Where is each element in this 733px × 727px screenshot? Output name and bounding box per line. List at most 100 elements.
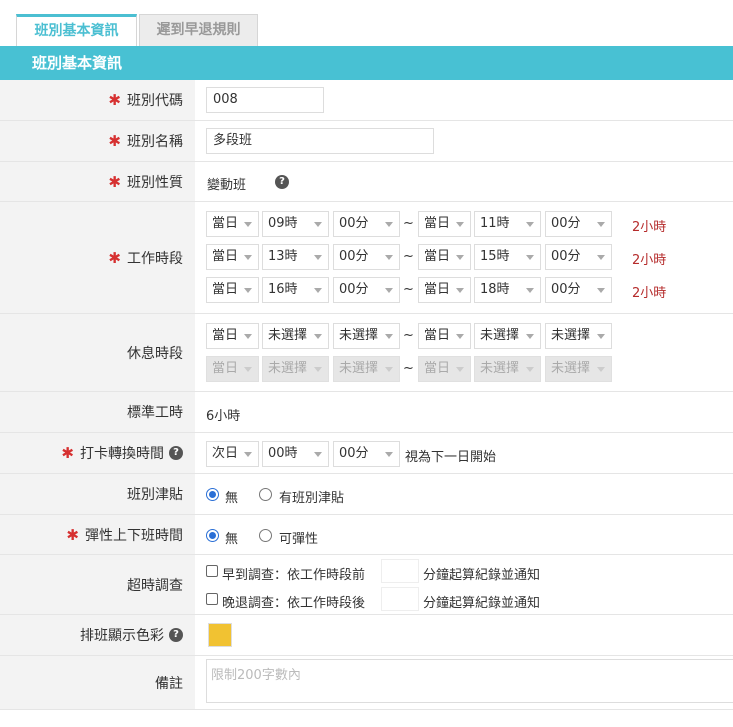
work-start-day-select[interactable]: 當日 — [206, 244, 259, 270]
flex-label: 彈性上下班時間 — [85, 527, 183, 544]
rest-start-hour-select[interactable]: 未選擇 — [262, 323, 329, 349]
late-check-suffix: 分鐘起算紀錄並通知 — [423, 596, 541, 611]
name-input[interactable]: 多段班 — [206, 128, 434, 154]
early-check-suffix: 分鐘起算紀錄並通知 — [423, 568, 541, 583]
rest-end-hour-select[interactable]: 未選擇 — [474, 323, 541, 349]
std-hours-value: 6小時 — [206, 409, 241, 424]
work-duration: 2小時 — [632, 286, 667, 301]
rest-start-day-select: 當日 — [206, 356, 259, 382]
work-end-minute-select[interactable]: 00分 — [545, 244, 612, 270]
tab-basic-info[interactable]: 班別基本資訊 — [16, 14, 137, 46]
help-icon[interactable]: ? — [169, 628, 183, 642]
allowance-yes-radio[interactable] — [259, 488, 272, 501]
tab-bar: 班別基本資訊 遲到早退規則 — [0, 0, 733, 46]
work-end-minute-select[interactable]: 00分 — [545, 211, 612, 237]
rest-end-day-select[interactable]: 當日 — [418, 323, 471, 349]
required-icon: ✱ — [108, 91, 121, 109]
rest-start-day-select[interactable]: 當日 — [206, 323, 259, 349]
punch-suffix: 視為下一日開始 — [405, 450, 497, 465]
color-swatch[interactable] — [208, 623, 232, 647]
flex-none-radio[interactable] — [206, 529, 219, 542]
required-icon: ✱ — [61, 444, 74, 462]
row-standard-hours: 標準工時 6小時 — [0, 392, 733, 433]
punch-day-select[interactable]: 次日 — [206, 441, 259, 467]
required-icon: ✱ — [108, 248, 121, 267]
early-check-label: 早到調查：依工作時段前 — [222, 568, 366, 583]
row-rest-periods: 休息時段 當日 未選擇 未選擇 ~ 當日 未選擇 未選擇 當日 未選擇 未選擇 … — [0, 314, 733, 392]
punch-hour-select[interactable]: 00時 — [262, 441, 329, 467]
work-end-day-select[interactable]: 當日 — [418, 244, 471, 270]
required-icon: ✱ — [108, 132, 121, 150]
overtime-label: 超時調查 — [127, 577, 183, 594]
nature-label: 班別性質 — [127, 174, 183, 191]
tilde: ~ — [403, 282, 414, 297]
work-end-hour-select[interactable]: 18時 — [474, 277, 541, 303]
row-allowance: 班別津貼 無 有班別津貼 — [0, 474, 733, 515]
shift-form: ✱ 班別代碼 008 ✱ 班別名稱 多段班 ✱ 班別性質 變動班 ? ✱ 工作時段 當日… — [0, 80, 733, 710]
row-remark: 備註 限制200字數內 — [0, 656, 733, 710]
work-start-day-select[interactable]: 當日 — [206, 211, 259, 237]
work-start-hour-select[interactable]: 16時 — [262, 277, 329, 303]
punch-minute-select[interactable]: 00分 — [333, 441, 400, 467]
help-icon[interactable]: ? — [275, 175, 289, 189]
work-duration: 2小時 — [632, 253, 667, 268]
rest-label: 休息時段 — [127, 345, 183, 362]
section-title: 班別基本資訊 — [0, 46, 733, 80]
rest-end-day-select: 當日 — [418, 356, 471, 382]
rest-end-hour-select: 未選擇 — [474, 356, 541, 382]
rest-end-minute-select[interactable]: 未選擇 — [545, 323, 612, 349]
row-color: 排班顯示色彩? — [0, 615, 733, 656]
work-end-hour-select[interactable]: 11時 — [474, 211, 541, 237]
work-start-minute-select[interactable]: 00分 — [333, 211, 400, 237]
work-start-hour-select[interactable]: 09時 — [262, 211, 329, 237]
work-duration: 2小時 — [632, 220, 667, 235]
tilde: ~ — [403, 216, 414, 231]
row-flex-time: ✱ 彈性上下班時間 無 可彈性 — [0, 515, 733, 555]
flex-none-label: 無 — [225, 532, 239, 547]
early-check-checkbox[interactable] — [206, 565, 218, 577]
row-work-periods: ✱ 工作時段 當日 09時 00分 ~ 當日 11時 00分 2小時 當日 13時… — [0, 202, 733, 314]
work-start-day-select[interactable]: 當日 — [206, 277, 259, 303]
name-label: 班別名稱 — [127, 134, 183, 150]
late-minutes-input[interactable] — [381, 587, 419, 611]
tilde: ~ — [403, 249, 414, 264]
work-end-hour-select[interactable]: 15時 — [474, 244, 541, 270]
late-check-label: 晚退調查：依工作時段後 — [222, 596, 366, 611]
allowance-none-radio[interactable] — [206, 488, 219, 501]
flex-yes-radio[interactable] — [259, 529, 272, 542]
work-end-day-select[interactable]: 當日 — [418, 211, 471, 237]
rest-start-hour-select: 未選擇 — [262, 356, 329, 382]
work-start-hour-select[interactable]: 13時 — [262, 244, 329, 270]
tab-late-early-rules[interactable]: 遲到早退規則 — [139, 14, 258, 46]
row-code: ✱ 班別代碼 008 — [0, 80, 733, 121]
code-label: 班別代碼 — [127, 93, 183, 109]
row-punch-switch: ✱ 打卡轉換時間? 次日 00時 00分 視為下一日開始 — [0, 433, 733, 474]
work-end-day-select[interactable]: 當日 — [418, 277, 471, 303]
row-nature: ✱ 班別性質 變動班 ? — [0, 162, 733, 202]
allowance-yes-label: 有班別津貼 — [279, 491, 345, 506]
row-overtime: 超時調查 早到調查：依工作時段前 分鐘起算紀錄並通知 晚退調查：依工作時段後 分… — [0, 555, 733, 615]
rest-start-minute-select: 未選擇 — [333, 356, 400, 382]
allowance-label: 班別津貼 — [127, 487, 183, 503]
help-icon[interactable]: ? — [169, 446, 183, 460]
color-label: 排班顯示色彩 — [80, 628, 164, 644]
early-minutes-input[interactable] — [381, 559, 419, 583]
remark-textarea[interactable]: 限制200字數內 — [206, 659, 733, 703]
tilde: ~ — [403, 361, 414, 376]
rest-start-minute-select[interactable]: 未選擇 — [333, 323, 400, 349]
punch-label: 打卡轉換時間 — [80, 446, 164, 462]
work-label: 工作時段 — [127, 250, 183, 267]
nature-value: 變動班 — [207, 178, 247, 193]
std-hours-label: 標準工時 — [127, 405, 183, 421]
tilde: ~ — [403, 328, 414, 343]
rest-end-minute-select: 未選擇 — [545, 356, 612, 382]
required-icon: ✱ — [66, 525, 79, 544]
code-input[interactable]: 008 — [206, 87, 324, 113]
work-start-minute-select[interactable]: 00分 — [333, 277, 400, 303]
allowance-none-label: 無 — [225, 491, 239, 506]
required-icon: ✱ — [108, 172, 121, 191]
work-start-minute-select[interactable]: 00分 — [333, 244, 400, 270]
work-end-minute-select[interactable]: 00分 — [545, 277, 612, 303]
late-check-checkbox[interactable] — [206, 593, 218, 605]
flex-yes-label: 可彈性 — [279, 532, 319, 547]
